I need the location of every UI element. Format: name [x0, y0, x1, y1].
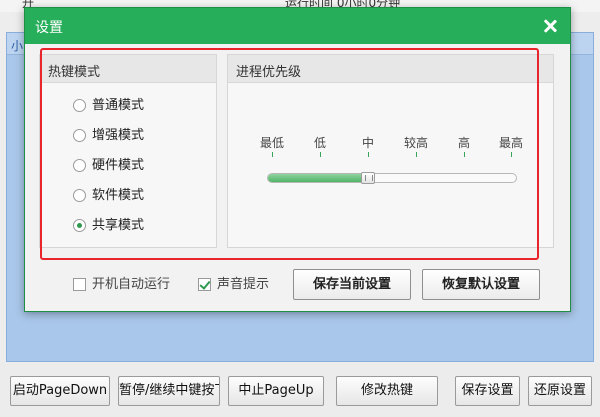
hotkey-mode-title: 热键模式 [48, 65, 101, 80]
priority-label-high: 高 [457, 136, 471, 150]
process-priority-title: 进程优先级 [236, 65, 302, 80]
priority-tick [464, 152, 465, 157]
background-tab-label: 小 [11, 39, 24, 53]
radio-button[interactable] [73, 159, 86, 172]
priority-slider-handle[interactable] [360, 172, 375, 184]
priority-slider-fill [268, 174, 369, 182]
priority-tick [320, 152, 321, 157]
sound-checkbox[interactable] [198, 278, 211, 291]
radio-label: 普通模式 [92, 98, 145, 113]
dialog-titlebar[interactable]: 设置 [25, 8, 570, 44]
settings-dialog: 设置 热键模式 普通模式 增强模式 硬件模式 软件模式 共享模式 进程优先级 最… [24, 7, 571, 312]
hotkey-mode-header: 热键模式 [40, 55, 216, 83]
priority-label-low: 低 [313, 136, 327, 150]
close-icon[interactable] [540, 16, 560, 36]
priority-label-lowest: 最低 [259, 136, 285, 150]
sound-label: 声音提示 [217, 277, 270, 292]
dialog-title: 设置 [35, 20, 63, 36]
save-settings-button[interactable]: 保存设置 [455, 376, 520, 406]
save-current-settings-button[interactable]: 保存当前设置 [293, 269, 411, 300]
autostart-checkbox[interactable] [73, 278, 86, 291]
modify-hotkey-button[interactable]: 修改热键 [336, 376, 438, 406]
radio-label: 软件模式 [92, 188, 145, 203]
radio-button[interactable] [73, 189, 86, 202]
pause-resume-button[interactable]: 暂停/继续中键按下 [118, 376, 220, 406]
priority-slider-track[interactable] [267, 173, 517, 183]
priority-label-highest: 最高 [498, 136, 524, 150]
process-priority-group: 进程优先级 [227, 54, 554, 248]
radio-button[interactable] [73, 99, 86, 112]
radio-label: 硬件模式 [92, 158, 145, 173]
process-priority-header: 进程优先级 [228, 55, 553, 83]
radio-label: 共享模式 [92, 218, 145, 233]
priority-tick [272, 152, 273, 157]
start-pagedown-button[interactable]: 启动PageDown [10, 376, 110, 406]
priority-label-normal: 中 [361, 136, 375, 150]
restore-settings-button[interactable]: 还原设置 [528, 376, 592, 406]
priority-label-above-normal: 较高 [403, 136, 429, 150]
priority-tick [368, 152, 369, 157]
radio-button[interactable] [73, 129, 86, 142]
stop-pageup-button[interactable]: 中止PageUp [228, 376, 324, 406]
radio-label: 增强模式 [92, 128, 145, 143]
restore-default-settings-button[interactable]: 恢复默认设置 [422, 269, 540, 300]
priority-tick [511, 152, 512, 157]
priority-tick [416, 152, 417, 157]
autostart-label: 开机自动运行 [92, 277, 171, 292]
radio-button-checked[interactable] [73, 219, 86, 232]
